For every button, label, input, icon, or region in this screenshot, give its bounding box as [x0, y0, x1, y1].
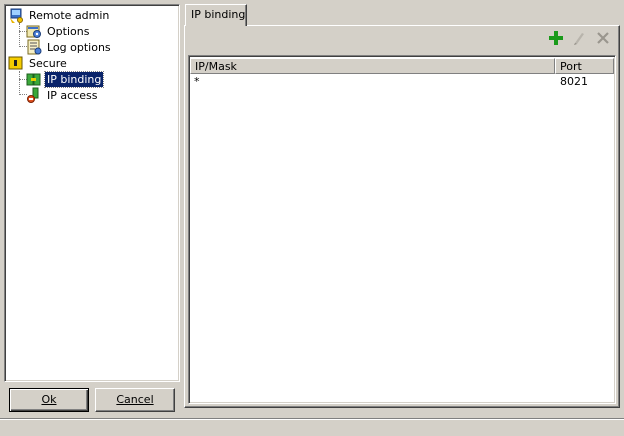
- add-icon[interactable]: [548, 30, 564, 46]
- cell-port: 8021: [560, 75, 588, 88]
- ok-button[interactable]: Ok: [9, 388, 89, 412]
- column-header-label: Port: [560, 60, 582, 73]
- tree-item-remote-admin[interactable]: Remote admin: [8, 7, 111, 23]
- cancel-button-label: Cancel: [116, 393, 154, 406]
- tree-item-label: Log options: [47, 40, 111, 54]
- tree-item-label: Options: [47, 24, 90, 38]
- tree-item-ip-binding[interactable]: IP binding: [26, 70, 105, 88]
- tree-item-label: Remote admin: [29, 8, 110, 22]
- delete-icon[interactable]: [595, 30, 611, 46]
- status-bar: [0, 418, 624, 436]
- remote-admin-icon: [10, 8, 23, 23]
- tree-item-options[interactable]: Options: [26, 23, 91, 39]
- ok-button-label: Ok: [41, 393, 57, 406]
- binding-table[interactable]: IP/Mask Port * 8021: [188, 55, 616, 404]
- ip-binding-icon: [26, 73, 41, 86]
- column-header-port[interactable]: Port: [555, 58, 614, 74]
- cancel-button[interactable]: Cancel: [95, 388, 175, 412]
- settings-tree[interactable]: Remote admin Options Log options Secure: [4, 4, 180, 382]
- secure-icon: [8, 56, 23, 70]
- options-icon: [26, 25, 41, 38]
- log-options-icon: [27, 39, 42, 55]
- tree-item-label: Secure: [29, 56, 67, 70]
- tree-item-ip-access[interactable]: IP access: [26, 87, 99, 103]
- column-header-label: IP/Mask: [195, 60, 237, 73]
- cell-ip-mask: *: [194, 75, 200, 88]
- tree-connector: [19, 71, 20, 95]
- tree-item-secure[interactable]: Secure: [8, 55, 69, 71]
- tab-label: IP binding: [191, 8, 246, 21]
- column-header-ip-mask[interactable]: IP/Mask: [190, 58, 555, 74]
- tab-ip-binding[interactable]: IP binding: [185, 4, 247, 26]
- ip-access-icon: [27, 87, 39, 103]
- tree-item-label: IP access: [47, 88, 98, 102]
- tree-item-label: IP binding: [43, 70, 105, 88]
- tree-connector: [19, 23, 20, 47]
- edit-icon[interactable]: [571, 30, 587, 46]
- tree-item-log-options[interactable]: Log options: [26, 39, 113, 55]
